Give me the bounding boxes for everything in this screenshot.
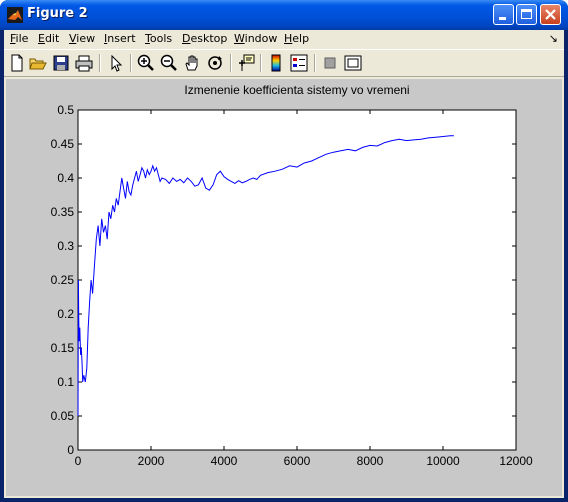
y-tick-label: 0.25	[51, 273, 75, 287]
maximize-button[interactable]	[516, 4, 537, 25]
save-button[interactable]	[51, 53, 71, 73]
x-tick-label: 6000	[284, 454, 311, 468]
close-icon	[545, 9, 556, 20]
maximize-icon	[521, 9, 532, 19]
menu-bar: File Edit View Insert Tools Desktop Wind…	[4, 30, 564, 48]
y-tick-label: 0.4	[57, 171, 74, 185]
rotate-3d-icon	[208, 56, 222, 70]
minimize-button[interactable]	[493, 4, 514, 25]
y-tick-label: 0.1	[57, 375, 74, 389]
print-icon	[75, 55, 93, 72]
edit-plot-button[interactable]	[106, 53, 126, 73]
minimize-icon	[499, 17, 506, 20]
print-button[interactable]	[74, 53, 94, 73]
legend-icon	[290, 54, 308, 72]
matlab-icon	[7, 7, 23, 23]
y-tick-label: 0.35	[51, 205, 75, 219]
colorbar-icon	[271, 54, 281, 72]
rotate-3d-button[interactable]	[205, 53, 225, 73]
x-tick-label: 12000	[499, 454, 533, 468]
pan-hand-icon	[185, 55, 198, 71]
figure-canvas[interactable]: Izmenenie koefficienta sistemy vo vremen…	[6, 79, 562, 496]
zoom-in-button[interactable]	[136, 53, 156, 73]
show-plot-tools-button[interactable]	[343, 53, 363, 73]
hide-plot-tools-icon	[324, 57, 336, 69]
toolbar-separator	[130, 54, 132, 72]
toolbar-separator	[314, 54, 316, 72]
y-tick-label: 0.05	[51, 409, 75, 423]
colorbar-button[interactable]	[266, 53, 286, 73]
menu-insert[interactable]: Insert	[104, 32, 136, 45]
window-title: Figure 2	[27, 6, 88, 21]
toolbar-separator	[230, 54, 232, 72]
y-tick-label: 0.3	[57, 239, 74, 253]
y-tick-label: 0.45	[51, 137, 75, 151]
x-tick-label: 2000	[138, 454, 165, 468]
open-file-button[interactable]	[28, 53, 48, 73]
save-icon	[53, 55, 69, 71]
menu-help[interactable]: Help	[284, 32, 309, 45]
data-cursor-icon	[239, 54, 255, 71]
edit-plot-icon	[111, 54, 123, 72]
x-tick-label: 4000	[211, 454, 238, 468]
open-file-icon	[29, 58, 47, 70]
menu-tools[interactable]: Tools	[145, 32, 172, 45]
x-tick-label: 10000	[426, 454, 460, 468]
zoom-out-button[interactable]	[159, 53, 179, 73]
toolbar-separator	[260, 54, 262, 72]
legend-button[interactable]	[289, 53, 309, 73]
axes-background	[77, 109, 517, 451]
y-tick-label: 0.2	[57, 307, 74, 321]
title-bar[interactable]: Figure 2	[0, 0, 568, 30]
figure-toolbar	[4, 49, 564, 77]
menu-file[interactable]: File	[10, 32, 28, 45]
menu-overflow-arrow[interactable]: ↘	[549, 32, 558, 45]
zoom-out-icon	[160, 54, 177, 71]
pan-button[interactable]	[182, 53, 202, 73]
x-tick-label: 0	[75, 454, 82, 468]
hide-plot-tools-button[interactable]	[320, 53, 340, 73]
menu-desktop[interactable]: Desktop	[182, 32, 227, 45]
toolbar-separator	[99, 54, 101, 72]
show-plot-tools-icon	[344, 55, 362, 71]
menu-view[interactable]: View	[69, 32, 95, 45]
line-chart[interactable]: Izmenenie koefficienta sistemy vo vremen…	[6, 79, 562, 496]
close-button[interactable]	[540, 4, 561, 25]
new-figure-button[interactable]	[7, 53, 27, 73]
figure-window: Figure 2 File Edit View Insert Tools Des…	[0, 0, 568, 502]
menu-window[interactable]: Window	[234, 32, 277, 45]
menu-edit[interactable]: Edit	[38, 32, 59, 45]
y-tick-label: 0	[67, 443, 74, 457]
new-figure-icon	[11, 54, 23, 72]
y-tick-label: 0.15	[51, 341, 75, 355]
chart-title: Izmenenie koefficienta sistemy vo vremen…	[184, 83, 409, 97]
window-client: File Edit View Insert Tools Desktop Wind…	[4, 30, 564, 498]
x-tick-label: 8000	[357, 454, 384, 468]
y-tick-label: 0.5	[57, 103, 74, 117]
zoom-in-icon	[137, 54, 154, 71]
data-cursor-button[interactable]	[236, 53, 256, 73]
